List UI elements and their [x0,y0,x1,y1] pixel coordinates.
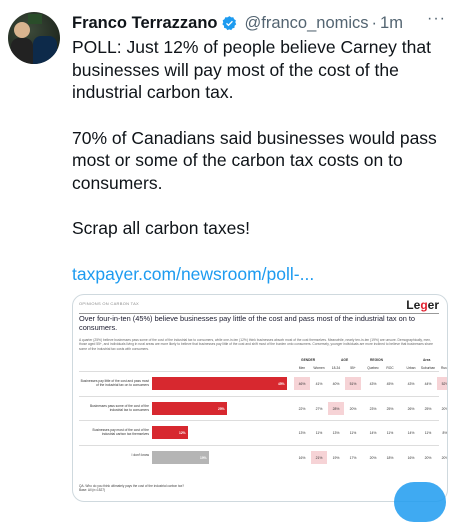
column-header: Men [298,366,306,370]
table-cell: 45% [386,381,394,386]
row-label: Businesses pay most of the cost of the i… [92,428,149,436]
row-divider [79,396,439,397]
leger-logo: Leger [406,298,439,312]
table-cell: 14% [407,430,415,435]
tweet-paragraph: POLL: Just 12% of people believe Carney … [72,37,431,102]
group-header: AGE [341,358,349,362]
table-cell: 8% [442,430,448,435]
table-cell: 25% [386,406,394,411]
user-handle[interactable]: @franco_nomics [244,14,368,33]
column-header: Suburban [420,366,436,370]
more-options-icon[interactable]: ··· [427,10,446,28]
table-cell: 20% [424,455,432,460]
column-header: Urban [406,366,416,370]
table-cell: 18% [386,455,394,460]
compose-button[interactable] [394,482,446,522]
column-header: Rural [441,366,447,370]
tweet-paragraph: 70% of Canadians said businesses would p… [72,127,437,193]
attached-image-card[interactable]: OPINIONS ON CARBON TAX Leger Over four-i… [72,294,448,502]
bar-value-label: 25% [218,407,225,411]
table-cell: 11% [386,430,394,435]
bar-value-label: 12% [179,431,186,435]
avatar-body-2 [33,36,57,64]
table-cell: 26% [407,406,415,411]
table-cell: 16% [407,455,415,460]
table-cell: 40% [332,381,340,386]
profile-avatar[interactable] [8,12,60,64]
table-cell: 25% [424,406,432,411]
table-cell: 11% [424,430,432,435]
table-cell: 21% [311,451,327,464]
logo-text-accent: g [420,298,428,312]
row-divider [79,371,439,372]
table-cell: 28% [328,402,344,415]
card-title: Over four-in-ten (45%) believe businesse… [79,314,416,332]
footnote-base: Base: All (n=1527) [79,488,106,493]
group-header: GENDER [301,358,316,362]
table-cell: 20% [369,455,377,460]
row-divider [79,420,439,421]
table-cell: 16% [298,455,306,460]
table-cell: 14% [369,430,377,435]
tweet-body: POLL: Just 12% of people believe Carney … [72,36,448,285]
table-cell: 41% [315,381,323,386]
group-header: REGION [370,358,384,362]
logo-text-2: er [427,298,439,312]
bar-value-label: 45% [278,382,285,386]
card-footnote: QA. Who do you think ultimately pays the… [79,484,184,492]
avatar-person-1 [14,22,30,38]
row-divider [79,445,439,446]
tweet-header: Franco Terrazzano @franco_nomics · 1m [72,12,403,34]
table-cell: 17% [349,455,357,460]
table-cell: 22% [298,406,306,411]
verified-badge-icon [222,15,237,30]
avatar-body-1 [11,38,33,64]
table-cell: 51% [345,377,361,390]
row-label: I don't know [131,453,150,457]
table-cell: 43% [369,381,377,386]
table-cell: 19% [332,455,340,460]
table-cell: 20% [441,406,448,411]
table-cell: 11% [315,430,323,435]
tweet-link[interactable]: taxpayer.com/newsroom/poll-... [72,263,448,286]
table-cell: 23% [369,406,377,411]
timestamp[interactable]: 1m [380,14,403,33]
column-header: Women [313,366,325,370]
display-name[interactable]: Franco Terrazzano [72,14,217,33]
row-label: Businesses pay little of the cost and pa… [80,379,149,387]
table-cell: 13% [298,430,306,435]
row-label: Businesses pass some of the cost of the … [89,404,149,412]
column-header: 55+ [350,366,356,370]
flag-shape [28,14,42,24]
group-header: Area [423,358,431,362]
table-cell: 20% [441,455,448,460]
column-header: ROC [386,366,394,370]
poll-bar [152,377,287,390]
logo-text-1: Le [406,298,421,312]
table-cell: 52% [437,377,447,390]
table-cell: 20% [349,406,357,411]
card-description: A quarter (25%) believe businesses pass … [79,338,433,351]
table-cell: 11% [349,430,357,435]
tweet-paragraph: Scrap all carbon taxes! [72,218,251,238]
column-header: Quebec [367,366,379,370]
card-kicker: OPINIONS ON CARBON TAX [79,301,140,306]
poll-bar [152,402,227,415]
table-cell: 13% [332,430,340,435]
separator-dot: · [371,13,378,32]
column-header: 18-34 [331,366,341,370]
bar-value-label: 19% [200,456,207,460]
table-cell: 46% [294,377,310,390]
table-cell: 43% [407,381,415,386]
table-cell: 44% [424,381,432,386]
table-cell: 27% [315,406,323,411]
